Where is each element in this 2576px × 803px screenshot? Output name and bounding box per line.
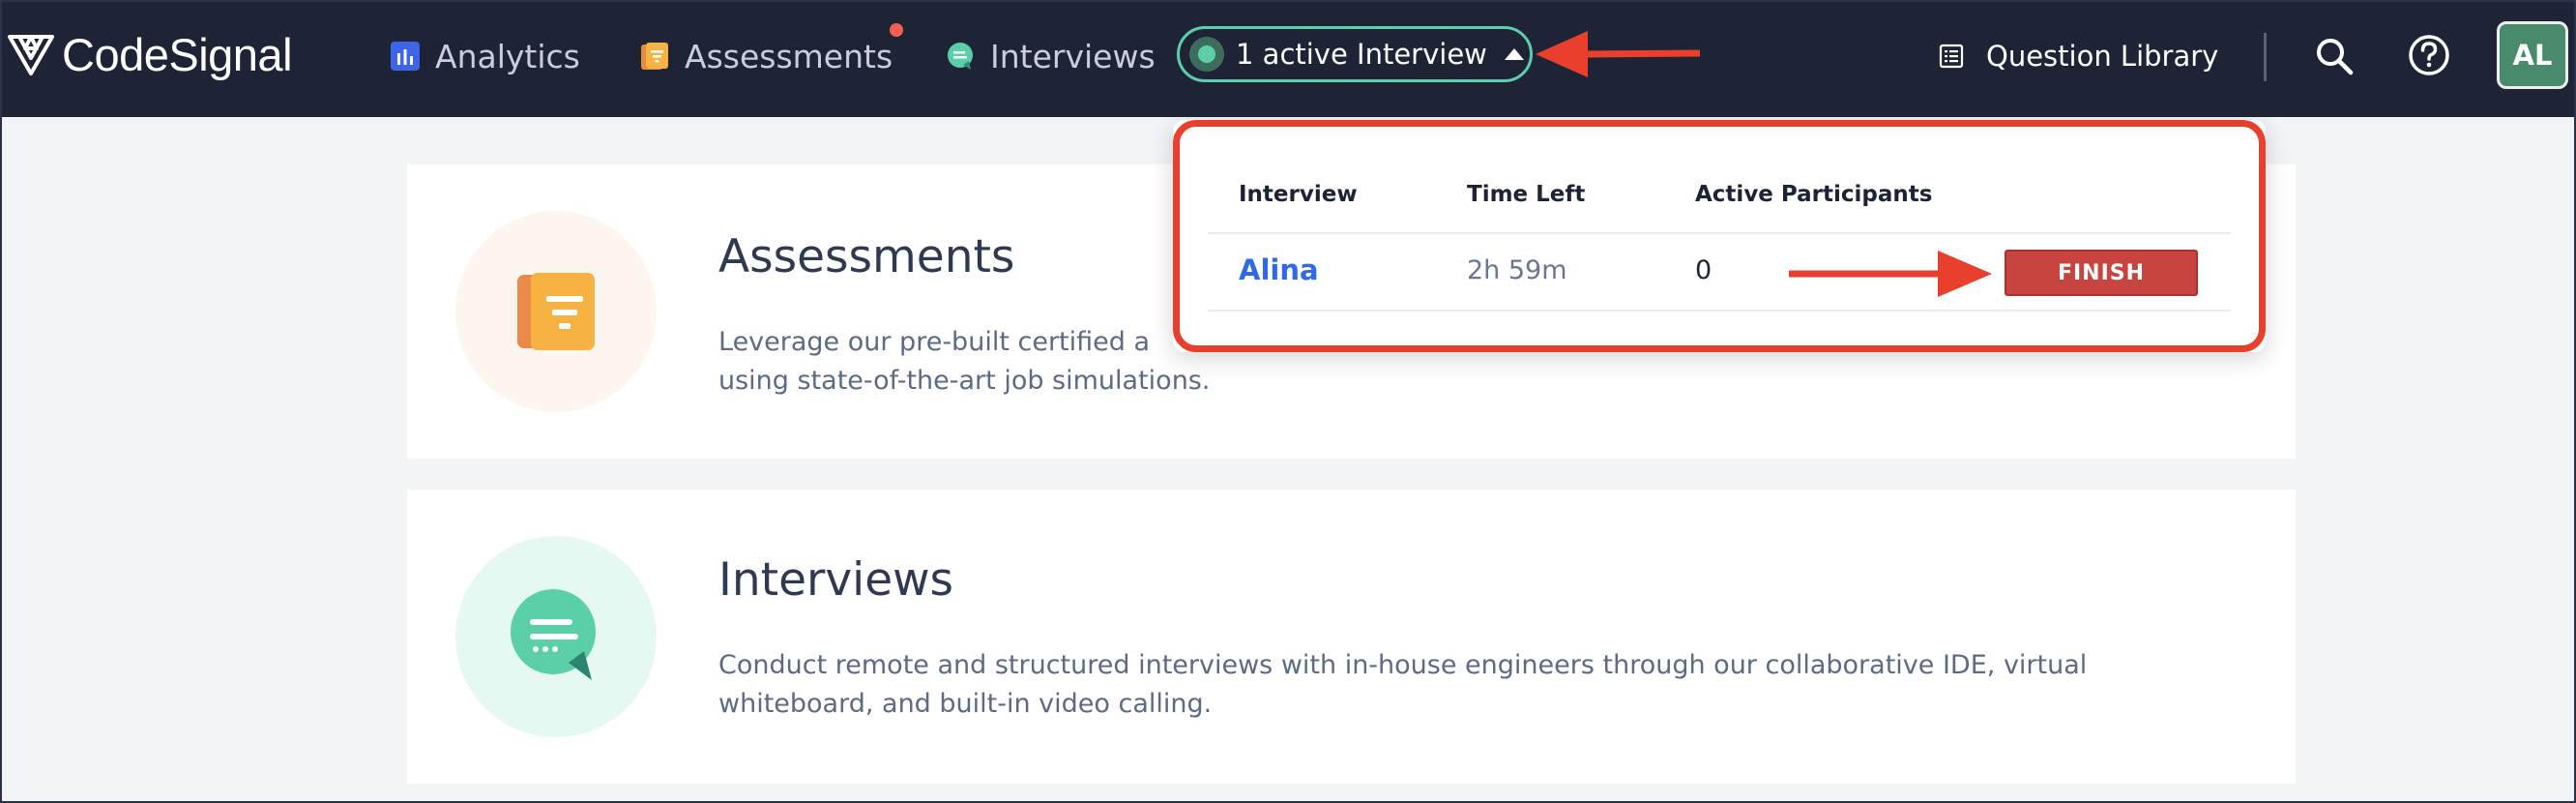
logo-text: CodeSignal xyxy=(62,28,293,80)
chat-icon xyxy=(948,43,973,70)
interviews-card-title: Interviews xyxy=(718,553,954,607)
assessments-desc-line-2: using state-of-the-art job simulations. xyxy=(718,366,1211,396)
nav-assessments[interactable]: Assessments xyxy=(638,29,893,83)
nav-assessments-label: Assessments xyxy=(685,37,893,75)
active-status-indicator xyxy=(1189,37,1224,72)
assessments-card-title: Assessments xyxy=(718,230,1015,283)
column-header-time-left: Time Left xyxy=(1467,182,1586,207)
codesignal-logo[interactable]: CodeSignal xyxy=(6,25,293,83)
interview-link[interactable]: Alina xyxy=(1239,253,1319,286)
nav-analytics[interactable]: Analytics xyxy=(389,29,580,83)
notification-dot xyxy=(890,23,903,37)
document-icon xyxy=(641,43,668,70)
interviews-card-description: Conduct remote and structured interviews… xyxy=(718,650,2088,719)
search-icon[interactable] xyxy=(2313,35,2356,77)
assessments-card-illustration xyxy=(455,211,657,412)
participants-count: 0 xyxy=(1695,255,1712,285)
help-icon[interactable] xyxy=(2407,33,2451,77)
nav-interviews-label: Interviews xyxy=(990,37,1156,75)
nav-analytics-label: Analytics xyxy=(435,37,580,75)
codesignal-logo-icon xyxy=(8,35,54,75)
active-interview-dropdown: Interview Time Left Active Participants … xyxy=(1173,120,2266,352)
interviews-card-illustration xyxy=(455,536,657,737)
chat-icon xyxy=(511,589,596,680)
document-icon xyxy=(517,273,595,350)
nav-interviews[interactable]: Interviews xyxy=(944,29,1156,83)
active-interview-toggle[interactable]: 1 active Interview xyxy=(1177,26,1533,82)
column-header-active-participants: Active Participants xyxy=(1695,182,1933,207)
finish-button[interactable]: FINISH xyxy=(2005,250,2198,296)
question-library-label: Question Library xyxy=(1986,40,2219,73)
bar-chart-icon xyxy=(391,42,420,71)
active-interview-label: 1 active Interview xyxy=(1236,38,1487,71)
question-library-link[interactable]: Question Library xyxy=(1938,29,2218,83)
top-navigation-bar: CodeSignal Analytics Assessments Intervi… xyxy=(0,0,2576,117)
user-avatar[interactable]: AL xyxy=(2497,21,2568,89)
time-left-value: 2h 59m xyxy=(1467,255,1567,285)
row-divider xyxy=(1208,232,2231,234)
interviews-card[interactable]: Interviews Conduct remote and structured… xyxy=(407,490,2296,784)
caret-up-icon xyxy=(1504,48,1524,60)
column-header-interview: Interview xyxy=(1239,182,1358,207)
nav-divider xyxy=(2264,33,2267,81)
row-divider xyxy=(1208,310,2231,312)
list-icon xyxy=(1939,44,1964,69)
